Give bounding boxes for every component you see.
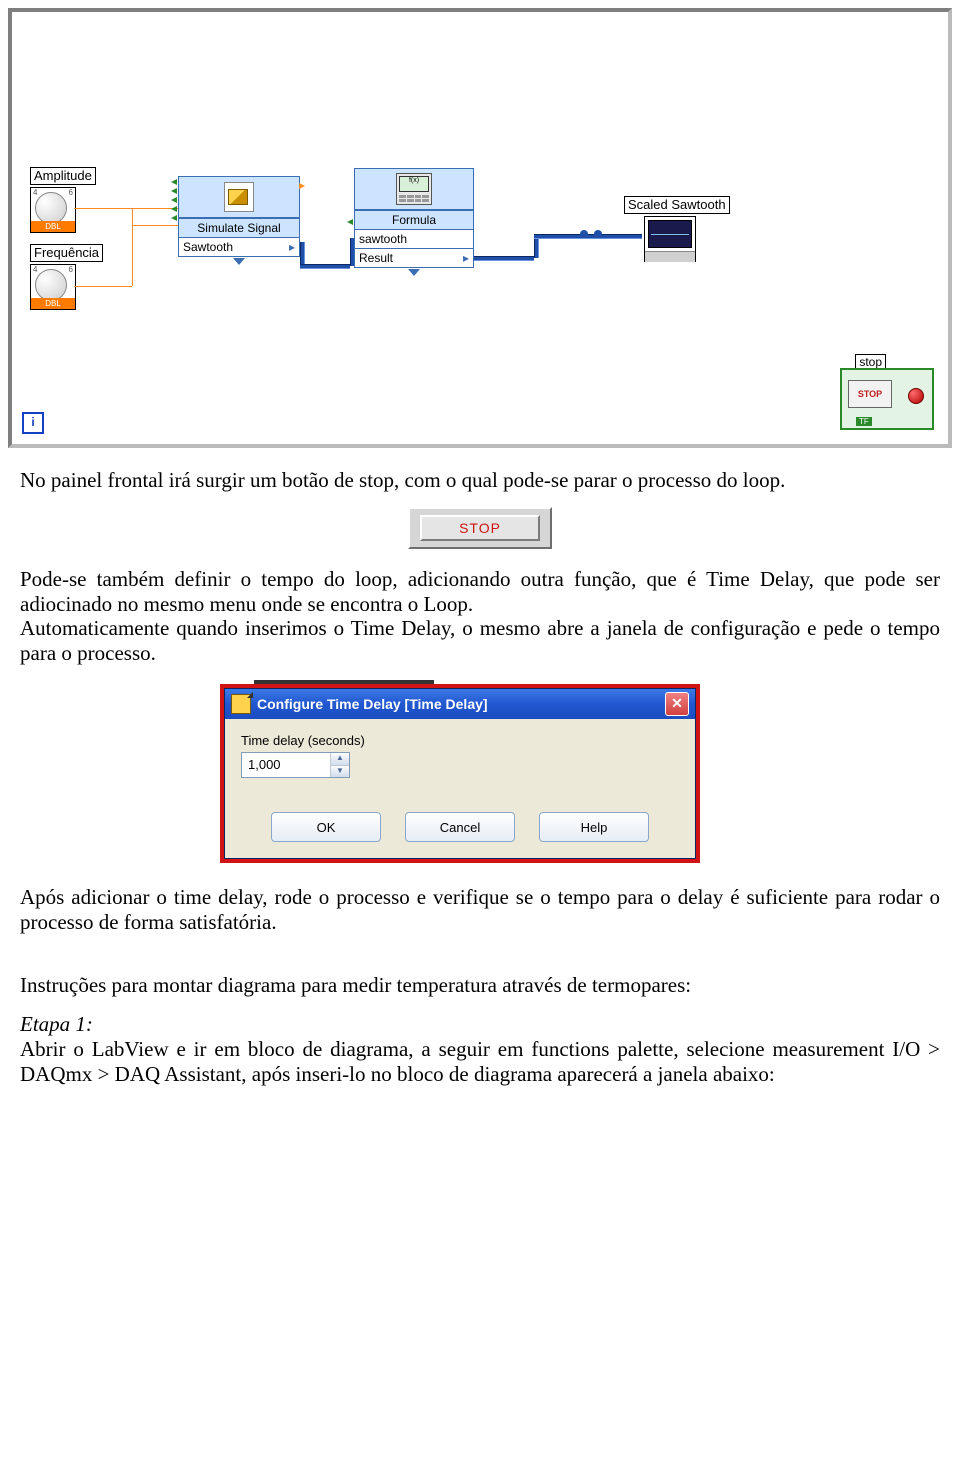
wire — [534, 234, 642, 239]
frequencia-knob[interactable]: 4 6 DBL — [30, 264, 76, 310]
dbl-datatype-tag: DBL — [31, 298, 75, 309]
junction-dot — [580, 230, 588, 238]
waveform-graph-indicator[interactable] — [644, 216, 696, 262]
stop-button-icon: STOP — [848, 380, 892, 408]
spinner-down-icon[interactable]: ▼ — [331, 766, 349, 778]
close-icon[interactable]: ✕ — [665, 692, 689, 716]
time-delay-value[interactable]: 1,000 — [242, 753, 330, 777]
wire — [474, 256, 534, 261]
wire — [132, 208, 133, 286]
ok-button[interactable]: OK — [271, 812, 381, 842]
amplitude-knob[interactable]: 4 6 DBL — [30, 187, 76, 233]
stop-button-illustration: STOP — [408, 507, 552, 549]
simulate-signal-icon — [224, 182, 254, 212]
loop-iteration-terminal: i — [22, 412, 44, 434]
dialog-titlebar[interactable]: Configure Time Delay [Time Delay] ✕ — [225, 689, 695, 719]
junction-dot — [594, 230, 602, 238]
paragraph: Automaticamente quando inserimos o Time … — [20, 616, 940, 666]
labview-app-icon — [231, 694, 251, 714]
paragraph: Abrir o LabView e ir em bloco de diagram… — [20, 1037, 940, 1087]
help-button[interactable]: Help — [539, 812, 649, 842]
labview-block-diagram: Amplitude 4 6 DBL Frequência 4 6 DBL Sim… — [8, 8, 952, 448]
scaled-sawtooth-label: Scaled Sawtooth — [624, 196, 730, 214]
dial-icon — [35, 192, 67, 224]
wire — [300, 242, 305, 264]
formula-title: Formula — [355, 210, 473, 229]
simulate-signal-node[interactable]: Simulate Signal Sawtooth ▸ — [178, 176, 300, 257]
dial-icon — [35, 269, 67, 301]
wire — [74, 208, 178, 209]
formula-input: sawtooth — [355, 229, 473, 248]
paragraph: Após adicionar o time delay, rode o proc… — [20, 885, 940, 935]
expand-chevron-icon[interactable] — [233, 258, 245, 265]
simulate-title: Simulate Signal — [179, 218, 299, 237]
configure-time-delay-dialog: Configure Time Delay [Time Delay] ✕ Time… — [224, 688, 696, 859]
dbl-datatype-tag: DBL — [31, 221, 75, 232]
calculator-icon: f(x) — [396, 173, 432, 205]
expand-chevron-icon[interactable] — [408, 269, 420, 276]
stop-button-label: STOP — [420, 515, 540, 541]
time-delay-spinner[interactable]: 1,000 ▲ ▼ — [241, 752, 350, 778]
paragraph: Pode-se também definir o tempo do loop, … — [20, 567, 940, 617]
document-body: No painel frontal irá surgir um botão de… — [20, 468, 940, 1087]
time-delay-label: Time delay (seconds) — [241, 733, 679, 748]
paragraph: Instruções para montar diagrama para med… — [20, 973, 940, 998]
spinner-up-icon[interactable]: ▲ — [331, 753, 349, 766]
wire — [74, 286, 132, 287]
cancel-button[interactable]: Cancel — [405, 812, 515, 842]
dialog-wrapper: Configure Time Delay [Time Delay] ✕ Time… — [220, 684, 700, 863]
etapa-heading: Etapa 1: — [20, 1012, 93, 1036]
formula-node[interactable]: f(x) Formula sawtooth Result▸ — [354, 168, 474, 268]
tf-datatype-tag: TF — [856, 417, 872, 426]
stop-terminal[interactable]: STOP TF — [840, 368, 934, 430]
simulate-output: Sawtooth ▸ — [179, 237, 299, 256]
formula-output: Result▸ — [355, 248, 473, 267]
graph-plot-icon — [648, 220, 692, 248]
wire — [132, 225, 178, 226]
dialog-title: Configure Time Delay [Time Delay] — [257, 696, 488, 713]
paragraph: No painel frontal irá surgir um botão de… — [20, 468, 940, 493]
frequencia-label: Frequência — [30, 244, 103, 262]
loop-condition-terminal[interactable] — [908, 388, 924, 404]
amplitude-label: Amplitude — [30, 167, 96, 185]
wire — [300, 264, 350, 269]
